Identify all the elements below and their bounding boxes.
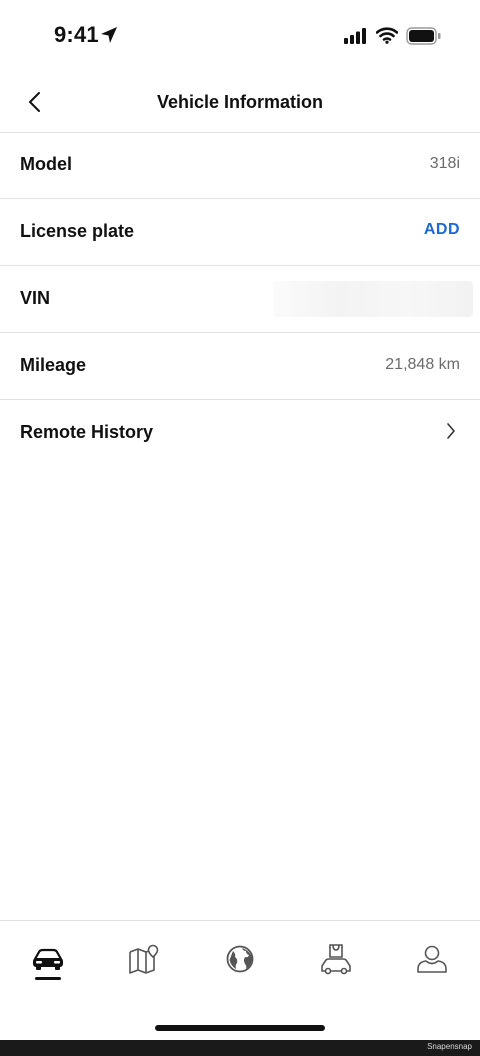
- wifi-icon: [375, 26, 399, 49]
- navigation-bar: Vehicle Information: [0, 72, 480, 133]
- vin-row: VIN: [0, 266, 480, 333]
- battery-icon: [406, 27, 442, 50]
- license-plate-row: License plate ADD: [0, 199, 480, 266]
- selected-tab-indicator: [35, 977, 61, 980]
- remote-history-label: Remote History: [20, 422, 154, 442]
- chevron-right-icon: [447, 423, 455, 439]
- mileage-label: Mileage: [20, 355, 87, 375]
- tab-profile[interactable]: [407, 939, 457, 979]
- model-value: 318i: [429, 155, 460, 172]
- tab-bar: [0, 920, 480, 1041]
- model-label: Model: [20, 154, 72, 174]
- tab-explore[interactable]: [215, 939, 265, 979]
- license-plate-label: License plate: [20, 221, 135, 241]
- tab-vehicle[interactable]: [23, 939, 73, 979]
- vehicle-info-list: Model 318i License plate ADD VIN Mileage…: [0, 132, 480, 466]
- cellular-signal-icon: [344, 28, 368, 49]
- mileage-value: 21,848 km: [385, 356, 460, 373]
- shop-icon: [321, 944, 351, 975]
- tab-map[interactable]: [119, 939, 169, 979]
- location-arrow-icon: [100, 26, 118, 49]
- vin-label: VIN: [20, 288, 51, 308]
- status-bar: 9:41: [0, 0, 480, 72]
- profile-icon: [417, 945, 447, 973]
- vin-value-redacted: [273, 281, 473, 317]
- globe-icon: [226, 945, 254, 973]
- status-time: 9:41: [54, 22, 99, 47]
- page-title: Vehicle Information: [156, 92, 324, 112]
- car-icon: [33, 948, 63, 970]
- home-indicator[interactable]: [155, 1025, 325, 1031]
- tab-shop[interactable]: [311, 939, 361, 979]
- bottom-strip: Snapensnap: [0, 1040, 480, 1056]
- model-row: Model 318i: [0, 132, 480, 199]
- watermark: Snapensnap: [427, 1042, 472, 1051]
- mileage-row: Mileage 21,848 km: [0, 333, 480, 400]
- remote-history-row[interactable]: Remote History: [0, 400, 480, 466]
- map-icon: [129, 944, 159, 974]
- add-license-plate-button[interactable]: ADD: [424, 221, 460, 239]
